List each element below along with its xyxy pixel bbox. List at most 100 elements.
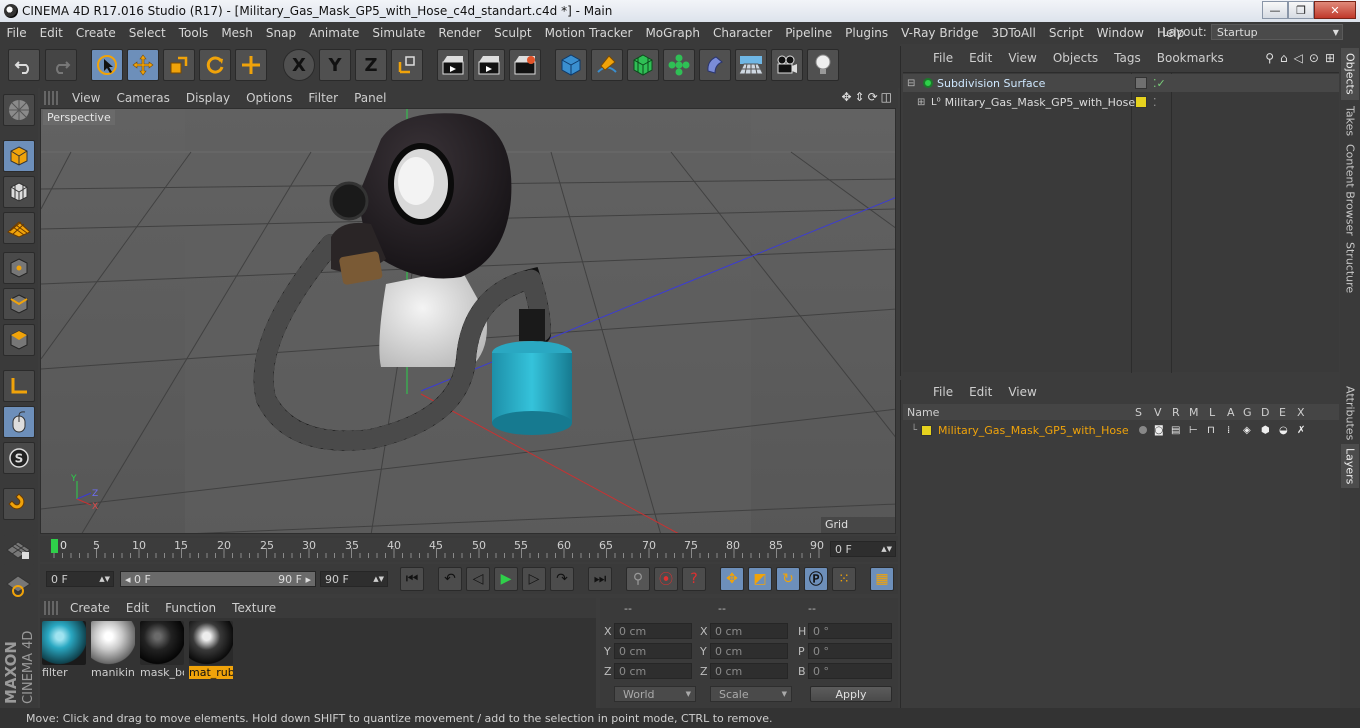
keyframe-selection-button[interactable]: ? [682, 567, 706, 591]
solo-mode-button[interactable]: S [3, 442, 35, 474]
recent-tools-button[interactable] [235, 49, 267, 81]
current-frame-field[interactable]: 0 F ▲▼ [830, 541, 896, 557]
tab-takes[interactable]: Takes [1341, 102, 1359, 140]
texture-mode-button[interactable] [3, 176, 35, 208]
record-position-button[interactable]: ✥ [720, 567, 744, 591]
tweak-mode-button[interactable] [3, 406, 35, 438]
menu-tools[interactable]: Tools [172, 26, 215, 40]
layer-checker-icon[interactable] [1135, 77, 1147, 89]
menu-pipeline[interactable]: Pipeline [779, 26, 839, 40]
timeline-window-button[interactable]: ▦ [870, 567, 894, 591]
make-editable-button[interactable] [3, 94, 35, 126]
record-scale-button[interactable]: ◩ [748, 567, 772, 591]
material-manikin[interactable]: manikin [91, 621, 135, 679]
record-keys-button[interactable]: ⚲ [626, 567, 650, 591]
search-icon[interactable]: ⚲ [1265, 51, 1274, 65]
menu-window[interactable]: Window [1090, 26, 1150, 40]
model-mode-button[interactable] [3, 140, 35, 172]
layer-col-solo[interactable]: S [1135, 406, 1142, 419]
layer-col-render[interactable]: R [1172, 406, 1180, 419]
layer-name[interactable]: Military_Gas_Mask_GP5_with_Hose [938, 424, 1129, 437]
material-menu-function[interactable]: Function [157, 601, 224, 615]
layer-col-view[interactable]: V [1154, 406, 1162, 419]
tab-attributes[interactable]: Attributes [1341, 384, 1359, 442]
rotation-p-field[interactable]: 0 ° [808, 643, 892, 659]
objects-menu-edit[interactable]: Edit [961, 51, 1000, 65]
render-clapboard-icon[interactable]: ▤ [1171, 425, 1180, 436]
position-x-field[interactable]: 0 cm [614, 623, 692, 639]
objects-menu-objects[interactable]: Objects [1045, 51, 1106, 65]
position-y-field[interactable]: 0 cm [614, 643, 692, 659]
viewport-menu-display[interactable]: Display [178, 91, 238, 105]
move-tool-button[interactable] [127, 49, 159, 81]
size-x-field[interactable]: 0 cm [710, 623, 788, 639]
enabled-check-icon[interactable]: ⁚✓ [1153, 77, 1166, 90]
expand-toggle-icon[interactable]: ⊞ [917, 97, 927, 108]
object-name-gas-mask[interactable]: Military_Gas_Mask_GP5_with_Hose [945, 96, 1136, 109]
layer-col-manager[interactable]: M [1189, 406, 1199, 419]
previous-key-button[interactable]: ↶ [438, 567, 462, 591]
record-point-level-button[interactable]: ⁙ [832, 567, 856, 591]
layout-dropdown[interactable]: Startup ▼ [1210, 24, 1343, 40]
autokeying-button[interactable]: ⦿ [654, 567, 678, 591]
menu-render[interactable]: Render [432, 26, 488, 40]
undo-button[interactable] [8, 49, 40, 81]
collapse-toggle-icon[interactable]: ⊟ [907, 78, 917, 89]
menu-mograph[interactable]: MoGraph [639, 26, 707, 40]
viewport-dolly-icon[interactable]: ⇕ [855, 90, 865, 104]
workplane-mode-button[interactable] [3, 212, 35, 244]
menu-edit[interactable]: Edit [33, 26, 69, 40]
menu-file[interactable]: File [0, 26, 33, 40]
floor-environment-button[interactable] [735, 49, 767, 81]
cloner-button[interactable] [663, 49, 695, 81]
next-key-button[interactable]: ↷ [550, 567, 574, 591]
viewport-toggle-icon[interactable]: ◫ [881, 90, 892, 104]
tab-layers[interactable]: Layers [1341, 444, 1359, 488]
layer-col-generators[interactable]: G [1243, 406, 1252, 419]
solo-dot-icon[interactable] [1139, 426, 1147, 434]
menu-plugins[interactable]: Plugins [839, 26, 895, 40]
tab-objects[interactable]: Objects [1341, 48, 1359, 100]
size-mode-dropdown[interactable]: Scale ▼ [710, 686, 792, 702]
redo-button[interactable] [45, 49, 77, 81]
z-axis-lock-button[interactable]: Z [355, 49, 387, 81]
position-z-field[interactable]: 0 cm [614, 663, 692, 679]
menu-character[interactable]: Character [706, 26, 778, 40]
menu-mesh[interactable]: Mesh [215, 26, 260, 40]
history-icon[interactable]: ⊙ [1309, 51, 1319, 65]
back-icon[interactable]: ◁ [1294, 51, 1303, 65]
layer-col-deformers[interactable]: D [1261, 406, 1269, 419]
x-axis-lock-button[interactable]: X [283, 49, 315, 81]
close-button[interactable]: ✕ [1314, 1, 1356, 19]
rotate-tool-button[interactable] [199, 49, 231, 81]
go-to-start-button[interactable]: ⏮ [400, 567, 424, 591]
menu-3dtoall[interactable]: 3DToAll [985, 26, 1042, 40]
edges-mode-button[interactable] [3, 288, 35, 320]
tab-content-browser[interactable]: Content Browser [1341, 142, 1359, 238]
coordinate-space-dropdown[interactable]: World ▼ [614, 686, 696, 702]
viewport-rotate-icon[interactable]: ⟳ [868, 90, 878, 104]
preview-start-field[interactable]: 0 F ▲▼ [46, 571, 114, 587]
previous-frame-button[interactable]: ◁ [466, 567, 490, 591]
layer-col-expressions[interactable]: E [1279, 406, 1286, 419]
layer-color-swatch[interactable] [1135, 96, 1147, 108]
render-view-button[interactable] [437, 49, 469, 81]
eye-visible-icon[interactable]: ◙ [1154, 425, 1164, 436]
axis-mode-button[interactable] [3, 370, 35, 402]
coordinate-system-button[interactable] [391, 49, 423, 81]
material-filter[interactable]: filter [42, 621, 86, 679]
layer-col-xref[interactable]: X [1297, 406, 1305, 419]
layers-menu-file[interactable]: File [925, 385, 961, 399]
material-menu-create[interactable]: Create [62, 601, 118, 615]
rotation-b-field[interactable]: 0 ° [808, 663, 892, 679]
objects-menu-tags[interactable]: Tags [1106, 51, 1149, 65]
record-parameter-button[interactable]: Ⓟ [804, 567, 828, 591]
y-axis-lock-button[interactable]: Y [319, 49, 351, 81]
manager-tree-icon[interactable]: ⊢ [1189, 425, 1198, 436]
object-row-subdivision-surface[interactable]: ⊟ Subdivision Surface ⁚✓ [903, 74, 1339, 92]
play-forward-button[interactable]: ▶ [494, 567, 518, 591]
menu-snap[interactable]: Snap [259, 26, 302, 40]
perspective-viewport[interactable]: Y Z X Perspective Grid Spacing : 100 cm [40, 108, 896, 534]
scale-tool-button[interactable] [163, 49, 195, 81]
preview-range-slider[interactable]: ◂ 0 F 90 F ▸ [120, 571, 316, 587]
